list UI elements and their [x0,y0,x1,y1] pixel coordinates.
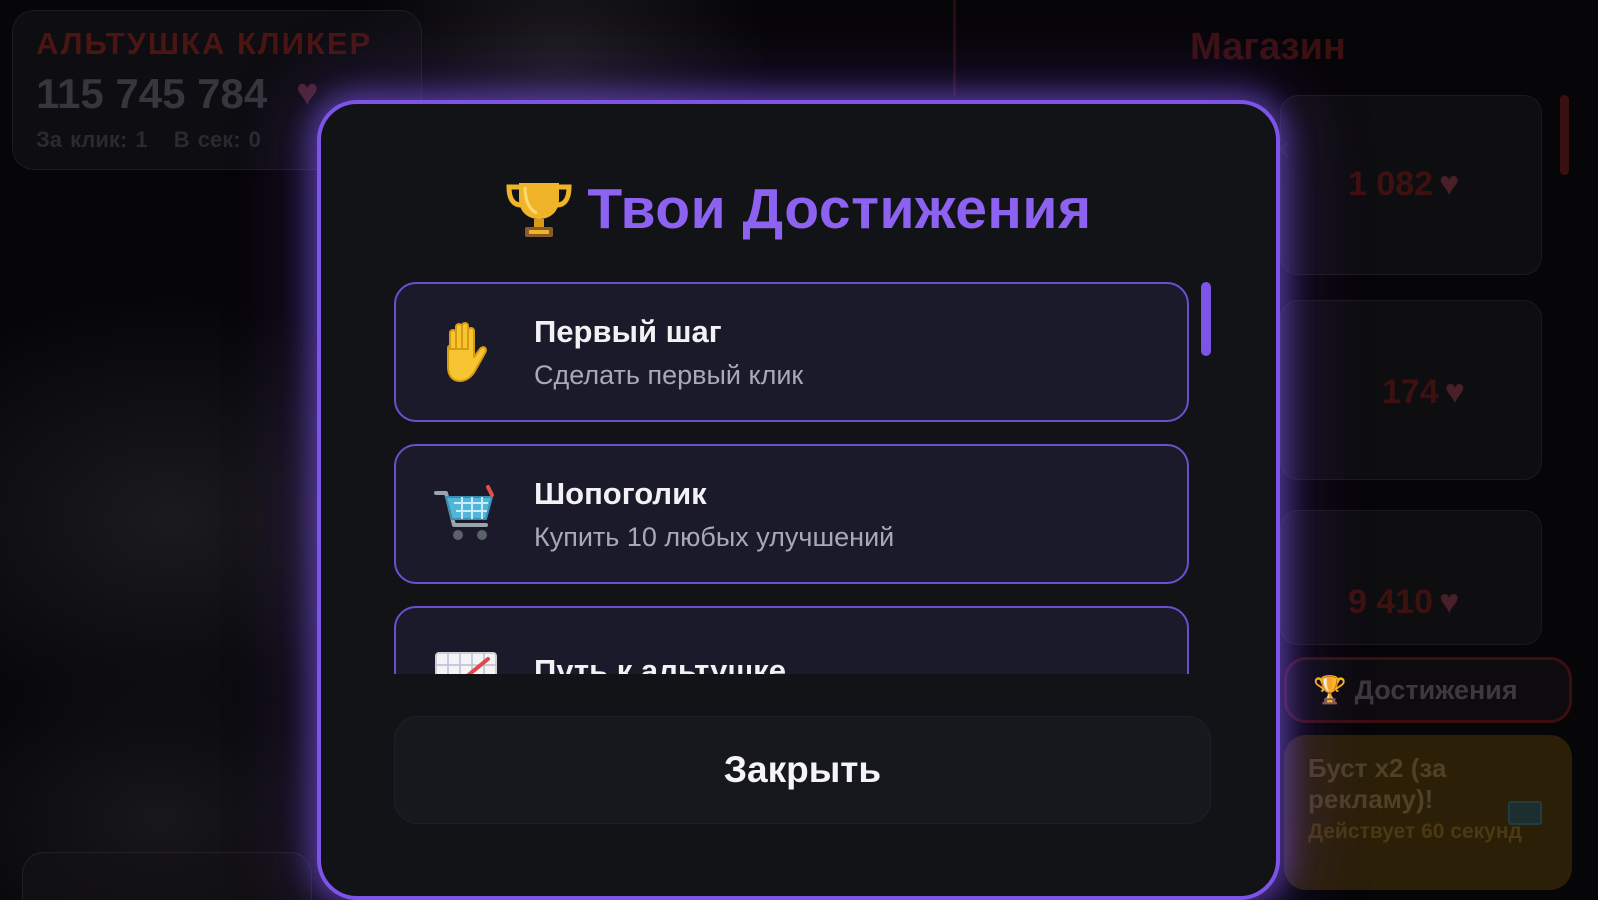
trophy-icon [506,183,572,237]
achievement-title: Путь к альтушке [534,653,786,674]
shop-scrollbar[interactable] [1560,95,1569,175]
achievement-description: Купить 10 любых улучшений [534,521,895,552]
shop-item-price: 174 ♥ [1382,373,1465,411]
shop-item-price: 1 082 ♥ [1348,165,1460,203]
boost-button[interactable]: Буст x2 (за рекламу)! Действует 60 секун… [1284,735,1572,890]
stats-line: За клик: 1 В сек: 0 [36,127,279,153]
shop-item-price: 9 410 ♥ [1348,583,1460,621]
per-click-stat: За клик: 1 [36,127,148,152]
trophy-icon: 🏆 [1313,675,1347,705]
close-button[interactable]: Закрыть [394,716,1211,824]
achievement-title: Шопоголик [534,475,707,511]
achievements-modal: Твои Достижения Первый шаг Сделать первы… [317,100,1280,900]
achievements-list[interactable]: Первый шаг Сделать первый клик Шопоголик… [394,282,1194,674]
bottom-card [22,852,312,900]
achievement-item: Шопоголик Купить 10 любых улучшений [394,444,1189,584]
score-counter: 115 745 784 [36,70,268,117]
achievements-button[interactable]: 🏆 Достижения [1284,657,1572,723]
heart-icon: ♥ [1444,373,1465,411]
app-title: АЛЬТУШКА КЛИКЕР [36,26,373,61]
achievement-description: Сделать первый клик [534,359,804,390]
tv-icon [1508,801,1542,825]
shop-item-card[interactable] [1280,510,1542,645]
shopping-cart-icon [434,485,494,540]
game-screen: АЛЬТУШКА КЛИКЕР 115 745 784 ♥ За клик: 1… [0,0,1598,900]
achievement-title: Первый шаг [534,313,722,349]
achievement-item: Путь к альтушке [394,606,1189,674]
achievement-item: Первый шаг Сделать первый клик [394,282,1189,422]
modal-title: Твои Достижения [587,177,1092,241]
achievements-button-label: Достижения [1354,674,1518,705]
modal-header: Твои Достижения [321,176,1276,242]
heart-icon: ♥ [1439,583,1460,621]
heart-icon: ♥ [296,72,319,114]
raised-hand-icon [447,322,487,382]
heart-icon: ♥ [1439,165,1460,203]
per-second-stat: В сек: 0 [173,127,261,152]
divider [953,0,956,96]
achievements-scrollbar[interactable] [1201,282,1211,356]
chart-icon [435,652,497,674]
shop-title: Магазин [1190,26,1346,68]
